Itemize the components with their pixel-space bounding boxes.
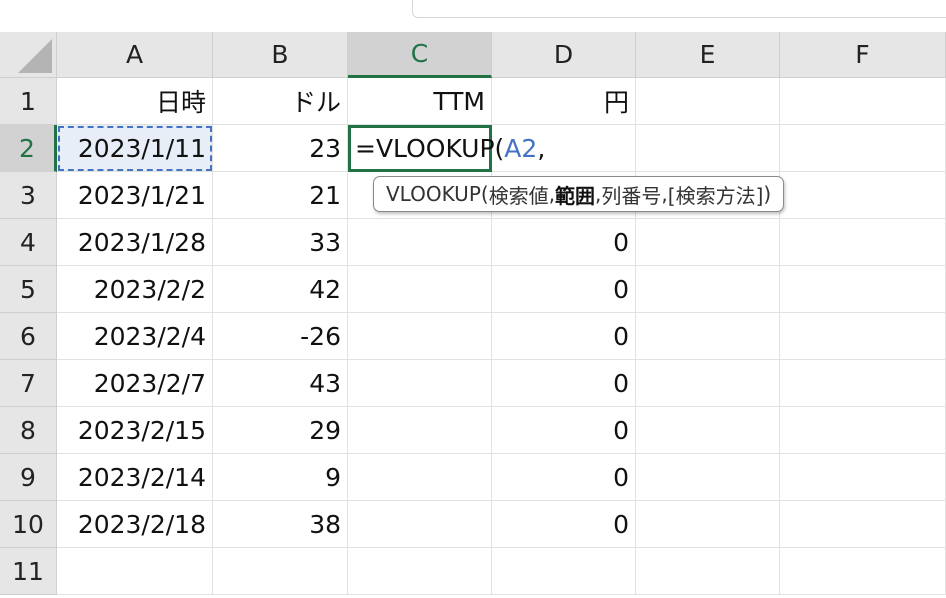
cell-a2[interactable]: 2023/1/11	[57, 125, 213, 172]
cell-d8[interactable]: 0	[492, 407, 636, 454]
cell-d4[interactable]: 0	[492, 219, 636, 266]
column-header-b[interactable]: B	[213, 32, 348, 78]
cell-b8[interactable]: 29	[213, 407, 348, 454]
cell-e6[interactable]	[636, 313, 780, 360]
row-header-11[interactable]: 11	[0, 548, 57, 595]
cell-b5[interactable]: 42	[213, 266, 348, 313]
formula-prefix: =VLOOKUP(	[355, 134, 505, 163]
cell-a8[interactable]: 2023/2/15	[57, 407, 213, 454]
cell-a3[interactable]: 2023/1/21	[57, 172, 213, 219]
cell-a1[interactable]: 日時	[57, 78, 213, 125]
cell-c10[interactable]	[348, 501, 492, 548]
row-header-8[interactable]: 8	[0, 407, 57, 454]
cell-c6[interactable]	[348, 313, 492, 360]
function-tooltip: VLOOKUP(検索値, 範囲, 列番号, [検索方法])	[373, 176, 785, 212]
row-header-7[interactable]: 7	[0, 360, 57, 407]
cell-b2[interactable]: 23	[213, 125, 348, 172]
column-header-c[interactable]: C	[348, 32, 492, 78]
cell-d5[interactable]: 0	[492, 266, 636, 313]
cell-e8[interactable]	[636, 407, 780, 454]
row-header-5[interactable]: 5	[0, 266, 57, 313]
cell-e7[interactable]	[636, 360, 780, 407]
cell-a7[interactable]: 2023/2/7	[57, 360, 213, 407]
cell-c5[interactable]	[348, 266, 492, 313]
column-header-a[interactable]: A	[57, 32, 213, 78]
select-all-corner[interactable]	[0, 32, 57, 78]
column-header-f[interactable]: F	[780, 32, 946, 78]
tooltip-arg-range[interactable]: 範囲	[555, 180, 595, 209]
tooltip-function-name: VLOOKUP(	[386, 182, 489, 206]
row-header-3[interactable]: 3	[0, 172, 57, 219]
cell-b7[interactable]: 43	[213, 360, 348, 407]
cell-b1[interactable]: ドル	[213, 78, 348, 125]
row-header-2[interactable]: 2	[0, 125, 57, 172]
cell-a11[interactable]	[57, 548, 213, 595]
row-header-9[interactable]: 9	[0, 454, 57, 501]
cell-b11[interactable]	[213, 548, 348, 595]
tooltip-arg-col-index[interactable]: 列番号	[601, 180, 661, 209]
cell-c8[interactable]	[348, 407, 492, 454]
row-header-1[interactable]: 1	[0, 78, 57, 125]
cell-c1[interactable]: TTM	[348, 78, 492, 125]
cell-b6[interactable]: -26	[213, 313, 348, 360]
cell-a10[interactable]: 2023/2/18	[57, 501, 213, 548]
cell-f9[interactable]	[780, 454, 946, 501]
cell-a5[interactable]: 2023/2/2	[57, 266, 213, 313]
column-header-d[interactable]: D	[492, 32, 636, 78]
tooltip-arg-lookup-value[interactable]: 検索値	[489, 180, 549, 209]
cell-d9[interactable]: 0	[492, 454, 636, 501]
select-all-triangle-icon	[18, 39, 52, 73]
cell-f3[interactable]	[780, 172, 946, 219]
cell-a9[interactable]: 2023/2/14	[57, 454, 213, 501]
cell-e2[interactable]	[636, 125, 780, 172]
cell-c4[interactable]	[348, 219, 492, 266]
cell-f1[interactable]	[780, 78, 946, 125]
cell-c2-editing[interactable]: =VLOOKUP(A2,	[348, 125, 545, 172]
cell-a4[interactable]: 2023/1/28	[57, 219, 213, 266]
cell-d11[interactable]	[492, 548, 636, 595]
cell-f2[interactable]	[780, 125, 946, 172]
top-bar	[0, 0, 946, 32]
column-header-e[interactable]: E	[636, 32, 780, 78]
cell-a6[interactable]: 2023/2/4	[57, 313, 213, 360]
cell-f7[interactable]	[780, 360, 946, 407]
cell-d10[interactable]: 0	[492, 501, 636, 548]
cell-e10[interactable]	[636, 501, 780, 548]
cell-e9[interactable]	[636, 454, 780, 501]
row-header-6[interactable]: 6	[0, 313, 57, 360]
cell-f8[interactable]	[780, 407, 946, 454]
cell-f4[interactable]	[780, 219, 946, 266]
cell-e4[interactable]	[636, 219, 780, 266]
cell-f11[interactable]	[780, 548, 946, 595]
formula-reference: A2	[504, 134, 538, 163]
cell-b4[interactable]: 33	[213, 219, 348, 266]
row-header-4[interactable]: 4	[0, 219, 57, 266]
spreadsheet-grid: ABCDEF 1 2 3 4 5 6 7 8 9 10 11 日時 ドル TTM 円 2023/1/11 23…	[0, 32, 946, 598]
cell-b3[interactable]: 21	[213, 172, 348, 219]
cell-c11[interactable]	[348, 548, 492, 595]
cell-c9[interactable]	[348, 454, 492, 501]
cell-b9[interactable]: 9	[213, 454, 348, 501]
formula-suffix: ,	[537, 134, 546, 163]
cell-d7[interactable]: 0	[492, 360, 636, 407]
row-header-10[interactable]: 10	[0, 501, 57, 548]
cell-d1[interactable]: 円	[492, 78, 636, 125]
cell-b10[interactable]: 38	[213, 501, 348, 548]
cell-e5[interactable]	[636, 266, 780, 313]
cell-f6[interactable]	[780, 313, 946, 360]
cell-e11[interactable]	[636, 548, 780, 595]
cell-f5[interactable]	[780, 266, 946, 313]
tooltip-arg-range-lookup[interactable]: [検索方法]	[668, 180, 764, 209]
formula-bar-edge[interactable]	[412, 0, 946, 18]
tooltip-close-paren: )	[763, 182, 772, 206]
cell-c7[interactable]	[348, 360, 492, 407]
cell-e1[interactable]	[636, 78, 780, 125]
cell-f10[interactable]	[780, 501, 946, 548]
cell-d6[interactable]: 0	[492, 313, 636, 360]
